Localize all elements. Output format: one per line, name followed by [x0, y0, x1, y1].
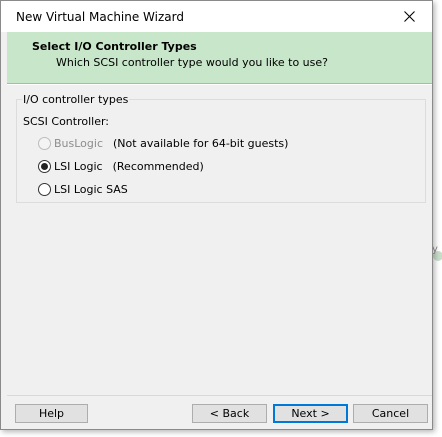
next-button[interactable]: Next > — [273, 404, 348, 423]
cancel-button[interactable]: Cancel — [353, 404, 428, 423]
wizard-header: Select I/O Controller Types Which SCSI c… — [7, 32, 432, 84]
lsi-logic-radio[interactable] — [38, 159, 51, 173]
window-title: New Virtual Machine Wizard — [16, 10, 184, 24]
title-bar: New Virtual Machine Wizard — [1, 1, 432, 32]
lsi-logic-label[interactable]: LSI Logic — [54, 160, 103, 173]
lsi-logic-sas-label[interactable]: LSI Logic SAS — [54, 183, 128, 196]
lsi-logic-note: (Recommended) — [112, 159, 204, 173]
group-legend: I/O controller types — [22, 93, 130, 106]
scsi-controller-label: SCSI Controller: — [23, 115, 110, 128]
lsi-logic-sas-option[interactable]: LSI Logic SAS — [38, 181, 128, 197]
help-button[interactable]: Help — [15, 404, 88, 423]
wizard-dialog: New Virtual Machine Wizard Select I/O Co… — [0, 0, 433, 430]
buslogic-label: BusLogic — [54, 136, 104, 150]
page-subtitle: Which SCSI controller type would you lik… — [56, 56, 328, 69]
buslogic-option: BusLogic (Not available for 64-bit guest… — [38, 135, 288, 151]
buslogic-radio — [38, 136, 51, 150]
back-button[interactable]: < Back — [192, 404, 267, 423]
footer-divider — [7, 395, 432, 396]
lsi-logic-sas-radio[interactable] — [38, 182, 51, 196]
close-button[interactable] — [386, 1, 432, 32]
header-divider — [7, 84, 432, 85]
lsi-logic-option[interactable]: LSI Logic (Recommended) — [38, 158, 204, 174]
page-title: Select I/O Controller Types — [32, 40, 197, 53]
close-icon — [404, 11, 415, 22]
buslogic-note: (Not available for 64-bit guests) — [113, 136, 289, 150]
